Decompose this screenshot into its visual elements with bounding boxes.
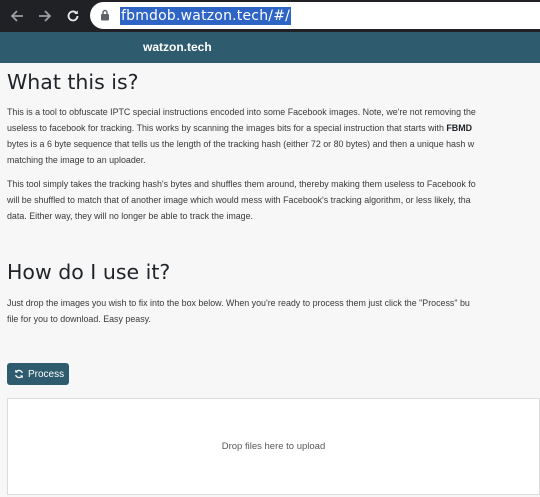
how-paragraph: Just drop the images you wish to fix int… [7,298,470,324]
how-heading: How do I use it? [7,260,171,284]
reload-icon [67,10,79,22]
sync-icon [14,369,24,379]
url-text[interactable]: fbmdob.watzon.tech/#/ [120,7,292,25]
fbmd-term: FBMD [446,123,472,133]
lock-icon [101,9,109,21]
browser-toolbar: fbmdob.watzon.tech/#/ [0,0,540,32]
back-button[interactable] [6,5,28,27]
process-button[interactable]: Process [7,363,69,385]
what-heading: What this is? [7,70,139,94]
upload-dropzone[interactable]: Drop files here to upload [7,398,540,495]
dropzone-message: Drop files here to upload [221,441,326,452]
brand-link[interactable]: watzon.tech [143,40,212,54]
arrow-left-icon [10,10,23,22]
reload-button[interactable] [62,5,84,27]
site-navbar: watzon.tech [0,32,540,63]
process-label: Process [28,368,65,380]
forward-button[interactable] [34,5,56,27]
address-bar[interactable]: fbmdob.watzon.tech/#/ [90,2,540,29]
what-paragraph-2: This tool simply takes the tracking hash… [7,179,476,221]
arrow-right-icon [39,10,52,22]
what-paragraph-1: This is a tool to obfuscate IPTC special… [7,107,476,165]
